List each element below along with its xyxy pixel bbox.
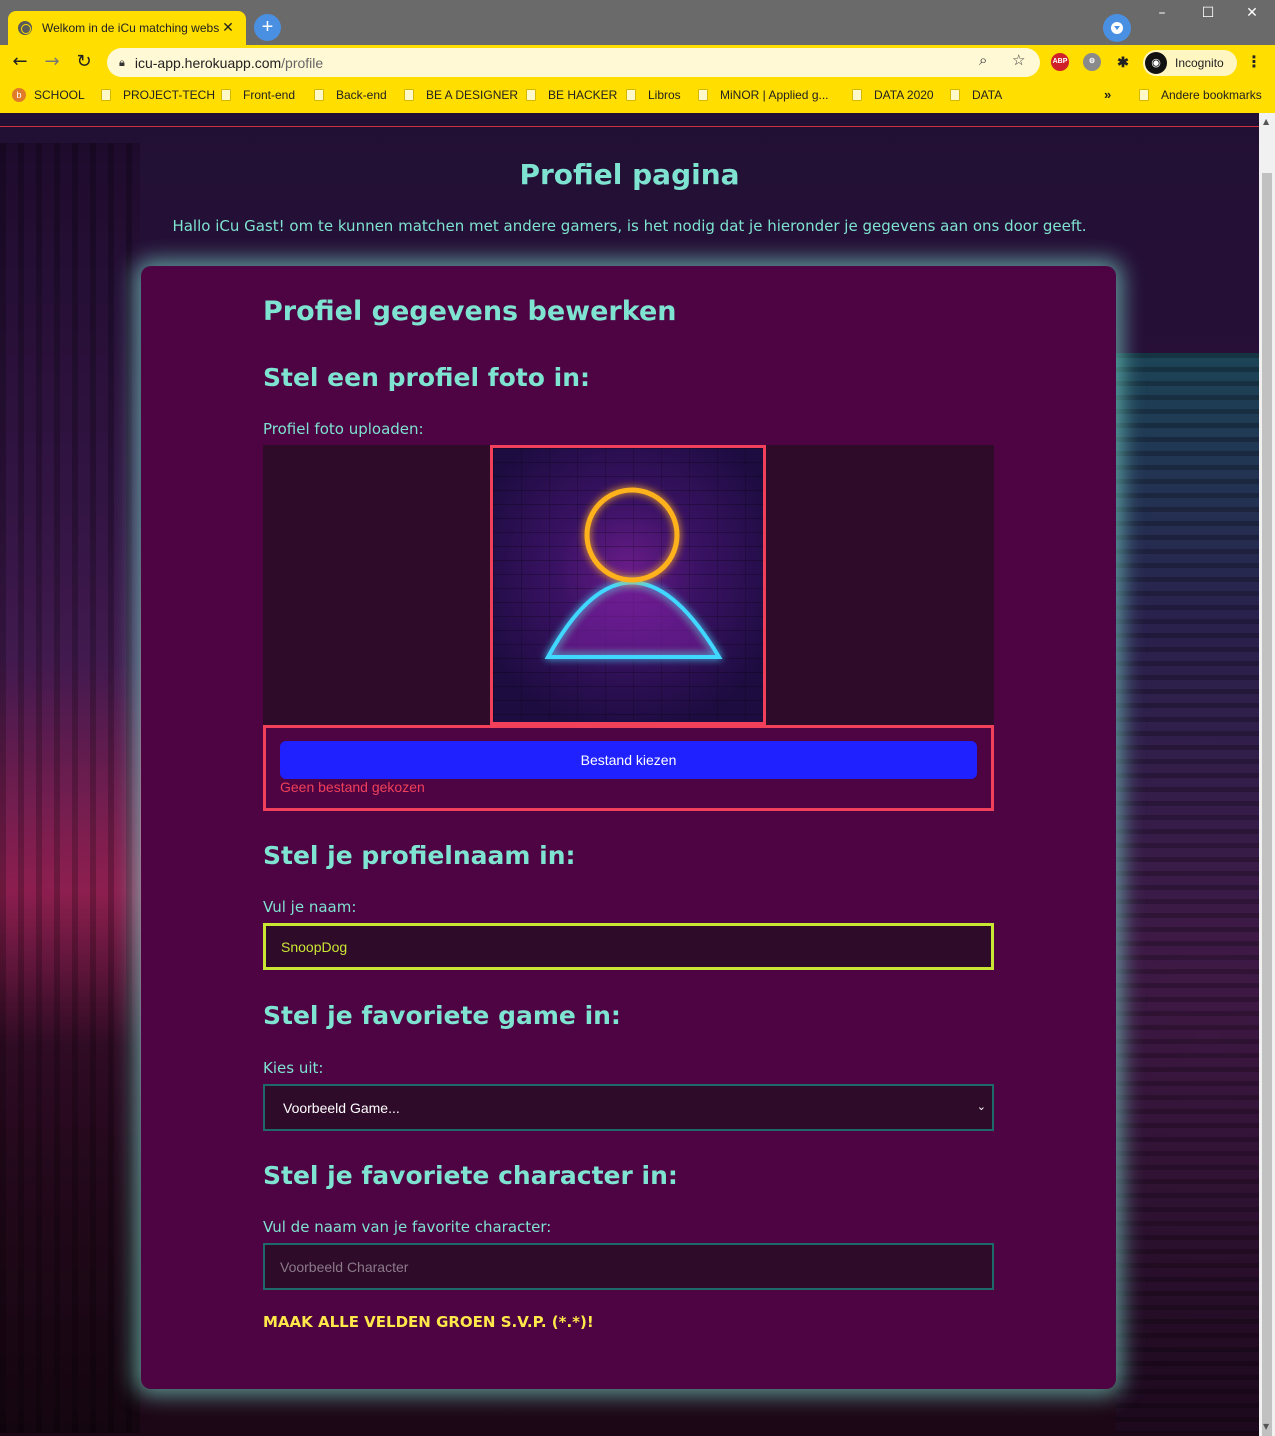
bookmark-project-tech[interactable]: PROJECT-TECH	[101, 88, 215, 102]
folder-icon	[626, 89, 636, 101]
page-viewport: Profiel pagina Hallo iCu Gast! om te kun…	[0, 113, 1259, 1436]
bookmark-be-hacker[interactable]: BE HACKER	[526, 88, 617, 102]
bookmark-be-a-designer[interactable]: BE A DESIGNER	[404, 88, 518, 102]
browser-toolbar: ← → ↻ 🔒︎ icu-app.herokuapp.com/profile ⌕…	[0, 45, 1275, 81]
tab-search-icon[interactable]	[1103, 14, 1131, 42]
incognito-label: Incognito	[1175, 56, 1224, 70]
extensions-puzzle-icon[interactable]: ✱	[1114, 53, 1132, 71]
lock-icon: 🔒︎	[119, 55, 125, 69]
game-select[interactable]: Voorbeeld Game... ⌄	[263, 1084, 994, 1131]
folder-icon	[404, 89, 414, 101]
globe-icon	[18, 21, 32, 35]
page-intro: Hallo iCu Gast! om te kunnen matchen met…	[172, 217, 1087, 235]
scrollbar-thumb[interactable]	[1262, 173, 1272, 1436]
character-heading: Stel je favoriete character in:	[263, 1161, 678, 1190]
minimize-button[interactable]: –	[1139, 0, 1185, 28]
scroll-up-icon[interactable]: ▲	[1263, 117, 1269, 126]
name-label: Vul je naam:	[263, 898, 357, 916]
bookmark-other[interactable]: Andere bookmarks	[1139, 88, 1262, 102]
folder-icon	[526, 89, 536, 101]
photo-heading: Stel een profiel foto in:	[263, 363, 591, 392]
neon-avatar-icon	[544, 487, 723, 659]
background-city-right	[1116, 353, 1259, 1433]
file-upload-field: Bestand kiezen Geen bestand gekozen	[263, 725, 994, 811]
character-input[interactable]	[263, 1243, 994, 1290]
folder-icon	[221, 89, 231, 101]
address-bar[interactable]: 🔒︎ icu-app.herokuapp.com/profile	[107, 48, 1040, 77]
bookmark-front-end[interactable]: Front-end	[221, 88, 295, 102]
bookmark-back-end[interactable]: Back-end	[314, 88, 387, 102]
folder-icon	[314, 89, 324, 101]
header-divider	[0, 126, 1259, 127]
browser-titlebar: Welkom in de iCu matching website ✕ + – …	[0, 0, 1275, 45]
zoom-icon[interactable]: ⌕	[979, 51, 987, 69]
bookmark-minor[interactable]: MiNOR | Applied g...	[698, 88, 829, 102]
page-title: Profiel pagina	[519, 158, 740, 191]
name-input[interactable]	[263, 923, 994, 970]
tab-title: Welkom in de iCu matching website	[42, 21, 220, 35]
extension-gear-icon[interactable]: ⚙	[1083, 53, 1101, 71]
character-label: Vul de naam van je favorite character:	[263, 1218, 552, 1236]
game-heading: Stel je favoriete game in:	[263, 1001, 621, 1030]
tab-close-icon[interactable]: ✕	[220, 20, 236, 36]
photo-label: Profiel foto uploaden:	[263, 420, 424, 438]
name-heading: Stel je profielnaam in:	[263, 841, 576, 870]
avatar-preview	[490, 445, 766, 725]
page-scrollbar[interactable]: ▲ ▼	[1259, 113, 1275, 1436]
folder-icon	[852, 89, 862, 101]
url-text: icu-app.herokuapp.com/profile	[134, 54, 324, 71]
form-warning: MAAK ALLE VELDEN GROEN S.V.P. (*.*)!	[263, 1313, 594, 1331]
game-select-value: Voorbeeld Game...	[283, 1099, 400, 1116]
scroll-down-icon[interactable]: ▼	[1263, 1422, 1269, 1431]
photo-preview-area	[263, 445, 994, 725]
file-status-text: Geen bestand gekozen	[280, 779, 425, 795]
reload-icon[interactable]: ↻	[72, 51, 96, 75]
choose-file-button[interactable]: Bestand kiezen	[280, 741, 977, 779]
school-icon: b	[12, 88, 26, 102]
bookmarks-bar: b SCHOOL PROJECT-TECH Front-end Back-end …	[0, 81, 1275, 113]
bookmark-school[interactable]: b SCHOOL	[12, 88, 85, 102]
bookmark-data[interactable]: DATA	[950, 88, 1002, 102]
incognito-badge[interactable]: ◉ Incognito	[1143, 50, 1237, 76]
folder-icon	[101, 89, 111, 101]
bookmark-star-icon[interactable]: ☆	[1012, 51, 1025, 69]
back-arrow-icon[interactable]: ←	[8, 51, 32, 75]
browser-menu-icon[interactable]: ⋮	[1246, 52, 1262, 71]
folder-icon	[698, 89, 708, 101]
form-heading: Profiel gegevens bewerken	[263, 296, 677, 327]
game-label: Kies uit:	[263, 1059, 324, 1077]
bookmarks-overflow-icon[interactable]: »	[1104, 87, 1111, 102]
profile-form-card: Profiel gegevens bewerken Stel een profi…	[141, 266, 1116, 1389]
incognito-icon: ◉	[1145, 52, 1167, 74]
chevron-down-icon: ⌄	[976, 1101, 986, 1113]
forward-arrow-icon[interactable]: →	[40, 51, 64, 75]
bookmark-libros[interactable]: Libros	[626, 88, 681, 102]
background-city-left	[0, 143, 140, 1433]
bookmark-data-2020[interactable]: DATA 2020	[852, 88, 934, 102]
close-window-button[interactable]: ✕	[1229, 0, 1275, 28]
adblock-icon[interactable]: ABP	[1051, 53, 1069, 71]
new-tab-button[interactable]: +	[254, 14, 281, 41]
folder-icon	[1139, 89, 1149, 101]
folder-icon	[950, 89, 960, 101]
maximize-button[interactable]: ☐	[1185, 0, 1231, 28]
browser-tab[interactable]: Welkom in de iCu matching website ✕	[8, 11, 246, 45]
